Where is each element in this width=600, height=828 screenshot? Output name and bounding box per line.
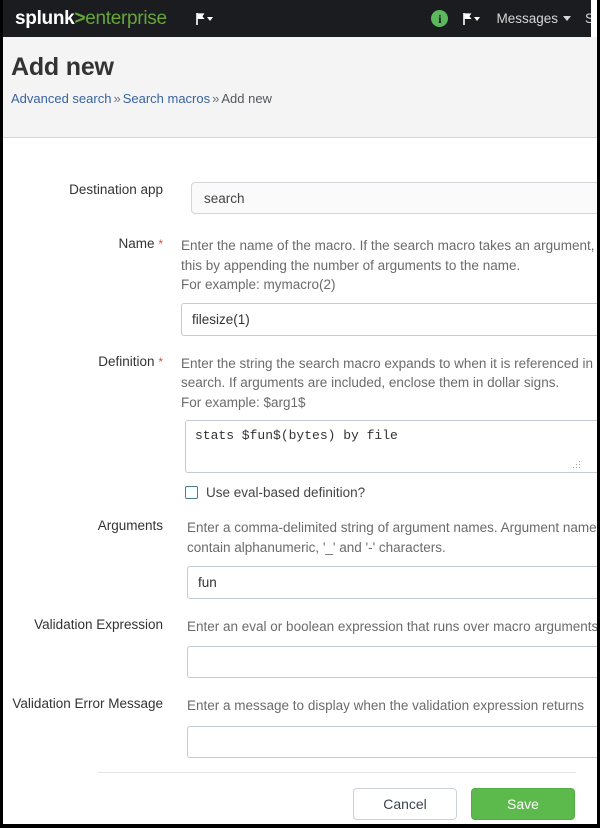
name-help-line-3: For example: mymacro(2) [181,275,597,295]
splunk-enterprise-logo[interactable]: splunk>enterprise [15,9,167,28]
field-row-validation-expression: Validation Expression Enter an eval or b… [3,617,597,679]
validation-expression-label: Validation Expression [3,617,173,633]
validation-expression-help-text: Enter an eval or boolean expression that… [173,617,597,637]
name-input[interactable] [181,303,600,336]
field-row-definition: Definition * Enter the string the search… [3,354,597,501]
validation-expression-input[interactable] [187,646,600,678]
viewport-right-edge [591,0,597,37]
add-new-macro-form: Destination app search Name * Enter the … [3,138,597,820]
arguments-help-line-2: contain alphanumeric, '_' and '-' charac… [187,538,597,558]
logo-text-gt: > [74,8,85,29]
name-help-line-2: this by appending the number of argument… [181,256,597,276]
eval-based-definition-checkbox[interactable] [185,486,198,499]
breadcrumb: Advanced search»Search macros»Add new [11,91,597,106]
definition-label: Definition * [3,354,173,370]
messages-menu-label: Messages [496,11,558,26]
splunk-add-new-macro-page: splunk>enterprise i Messages [0,0,600,828]
definition-help-line-3: For example: $arg1$ [181,393,597,413]
field-row-arguments: Arguments Enter a comma-delimited string… [3,518,597,598]
arguments-help-line-1: Enter a comma-delimited string of argume… [187,518,597,538]
field-row-destination-app: Destination app search [3,182,597,214]
form-footer: Cancel Save [3,773,597,820]
validation-error-message-help-text: Enter a message to display when the vali… [173,696,597,716]
definition-label-text: Definition [98,354,154,369]
logo-text-enterprise: enterprise [85,8,167,29]
page-header-band: Add new Advanced search»Search macros»Ad… [3,37,597,138]
definition-help-line-2: search. If arguments are included, enclo… [181,373,597,393]
name-label: Name * [3,236,173,252]
eval-based-definition-checkbox-row[interactable]: Use eval-based definition? [185,485,597,500]
arguments-input[interactable] [187,566,600,599]
definition-textarea[interactable] [185,420,600,473]
destination-app-selected-value: search [204,191,245,206]
required-asterisk: * [158,355,163,369]
activity-flag-dropdown-icon[interactable] [462,12,482,26]
breadcrumb-current: Add new [221,91,272,106]
page-title: Add new [11,53,597,82]
arguments-help-text: Enter a comma-delimited string of argume… [173,518,597,557]
definition-help-text: Enter the string the search macro expand… [173,354,597,413]
topbar-right-group: i Messages S [431,0,597,37]
breadcrumb-link-search-macros[interactable]: Search macros [123,91,210,106]
field-row-name: Name * Enter the name of the macro. If t… [3,236,597,336]
validation-expression-help-line-1: Enter an eval or boolean expression that… [187,617,597,637]
validation-error-message-label: Validation Error Message [3,696,173,712]
destination-app-select[interactable]: search [191,182,600,214]
eval-based-definition-label: Use eval-based definition? [206,485,365,500]
save-button[interactable]: Save [471,788,575,820]
logo-text-splunk: splunk [15,8,74,29]
breadcrumb-link-advanced-search[interactable]: Advanced search [11,91,111,106]
name-help-text: Enter the name of the macro. If the sear… [173,236,597,295]
info-icon[interactable]: i [431,10,448,27]
top-navigation-bar: splunk>enterprise i Messages [3,0,597,37]
validation-error-message-input[interactable] [187,726,600,758]
chevron-down-icon [563,16,571,21]
field-row-validation-error-message: Validation Error Message Enter a message… [3,696,597,758]
cancel-button[interactable]: Cancel [353,788,457,820]
name-label-text: Name [119,236,155,251]
name-help-line-1: Enter the name of the macro. If the sear… [181,236,597,256]
arguments-label: Arguments [3,518,173,534]
destination-app-label: Destination app [3,182,173,198]
breadcrumb-separator-1: » [111,91,122,106]
breadcrumb-separator-2: » [210,91,221,106]
messages-menu[interactable]: Messages [496,11,571,26]
flag-dropdown-icon[interactable] [195,12,215,26]
required-asterisk: * [158,237,163,251]
validation-error-message-help-line-1: Enter a message to display when the vali… [187,696,597,716]
definition-help-line-1: Enter the string the search macro expand… [181,354,597,374]
